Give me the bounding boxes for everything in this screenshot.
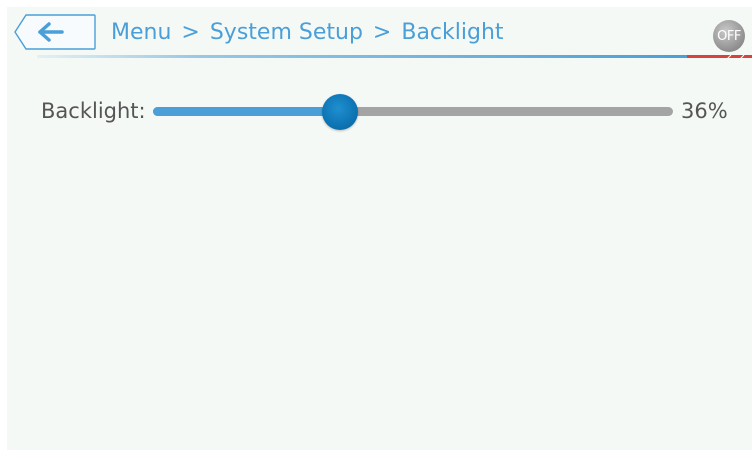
back-button[interactable] bbox=[14, 14, 96, 50]
slider-thumb[interactable] bbox=[322, 94, 358, 130]
slider-fill bbox=[153, 107, 340, 116]
backlight-slider[interactable] bbox=[153, 93, 673, 130]
breadcrumb-item-system-setup[interactable]: System Setup bbox=[210, 20, 363, 45]
breadcrumb-item-backlight: Backlight bbox=[401, 19, 504, 45]
backlight-value: 36% bbox=[681, 99, 728, 123]
backlight-screen: Menu > System Setup > Backlight OFF Back… bbox=[7, 7, 752, 450]
breadcrumb: Menu > System Setup > Backlight bbox=[111, 16, 504, 48]
warning-stripe-icon bbox=[687, 55, 752, 59]
backlight-label: Backlight: bbox=[41, 99, 146, 123]
breadcrumb-separator: > bbox=[372, 19, 392, 45]
breadcrumb-separator: > bbox=[181, 19, 200, 45]
back-button-frame bbox=[14, 14, 96, 50]
backlight-setting-row: Backlight: 36% bbox=[41, 93, 752, 130]
header-bar: Menu > System Setup > Backlight OFF bbox=[7, 7, 752, 59]
header-divider bbox=[37, 55, 752, 59]
off-button[interactable]: OFF bbox=[713, 20, 745, 52]
breadcrumb-item-menu[interactable]: Menu bbox=[111, 20, 171, 45]
